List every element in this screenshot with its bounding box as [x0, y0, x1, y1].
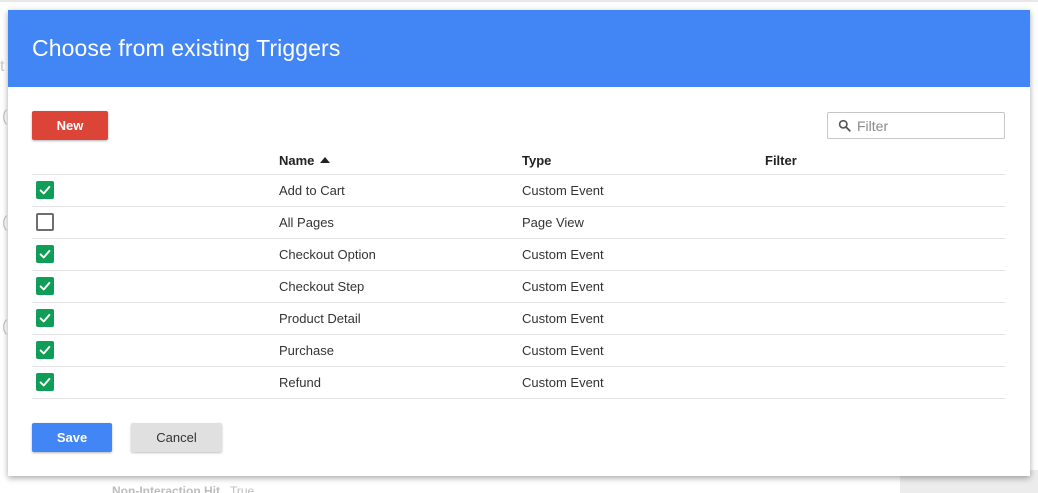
checkmark-icon: [39, 377, 51, 387]
background-text-fragment: (: [2, 318, 8, 335]
trigger-filter: [765, 334, 1005, 367]
row-checkbox-cell: [32, 206, 279, 239]
filter-column-header[interactable]: Filter: [765, 148, 1005, 175]
checkmark-icon: [39, 249, 51, 259]
checkmark-icon: [39, 345, 51, 355]
row-checkbox-cell: [32, 302, 279, 335]
background-text-fragment: t: [0, 58, 5, 75]
trigger-type: Custom Event: [522, 334, 765, 367]
trigger-type: Page View: [522, 206, 765, 239]
table-header-row: Name Type Filter: [32, 148, 1005, 175]
table-row[interactable]: Add to Cart Custom Event: [32, 174, 1005, 207]
trigger-name[interactable]: Checkout Step: [279, 270, 522, 303]
trigger-filter: [765, 270, 1005, 303]
cancel-button[interactable]: Cancel: [131, 423, 222, 452]
new-trigger-button[interactable]: New: [32, 111, 108, 140]
background-text-fragment: (: [2, 108, 8, 125]
row-checkbox-cell: [32, 366, 279, 399]
trigger-filter: [765, 366, 1005, 399]
dialog-header: Choose from existing Triggers: [8, 10, 1030, 87]
row-checkbox-cell: [32, 270, 279, 303]
row-checkbox[interactable]: [36, 277, 54, 295]
trigger-name[interactable]: All Pages: [279, 206, 522, 239]
row-checkbox-cell: [32, 238, 279, 271]
filter-input[interactable]: [857, 117, 997, 134]
choose-triggers-dialog: Choose from existing Triggers New Name T…: [8, 10, 1030, 476]
dialog-title: Choose from existing Triggers: [32, 35, 341, 61]
table-row[interactable]: Checkout Option Custom Event: [32, 238, 1005, 271]
checkmark-icon: [39, 185, 51, 195]
row-checkbox-cell: [32, 334, 279, 367]
trigger-name[interactable]: Product Detail: [279, 302, 522, 335]
background-divider: [0, 0, 1038, 2]
trigger-type: Custom Event: [522, 302, 765, 335]
trigger-filter: [765, 238, 1005, 271]
trigger-name[interactable]: Purchase: [279, 334, 522, 367]
background-field-label: Non-Interaction Hit: [112, 484, 220, 493]
trigger-type: Custom Event: [522, 366, 765, 399]
table-row[interactable]: Purchase Custom Event: [32, 334, 1005, 367]
checkbox-column-header: [32, 148, 279, 175]
row-checkbox[interactable]: [36, 373, 54, 391]
table-row[interactable]: Checkout Step Custom Event: [32, 270, 1005, 303]
table-row[interactable]: Refund Custom Event: [32, 366, 1005, 399]
trigger-filter: [765, 174, 1005, 207]
triggers-table: Name Type Filter Add to Cart Custom Event…: [32, 148, 1005, 399]
row-checkbox-cell: [32, 174, 279, 207]
dialog-toolbar: New: [8, 87, 1030, 151]
trigger-type: Custom Event: [522, 270, 765, 303]
row-checkbox[interactable]: [36, 181, 54, 199]
type-column-label: Type: [522, 153, 552, 169]
trigger-type: Custom Event: [522, 238, 765, 271]
name-column-header[interactable]: Name: [279, 148, 522, 175]
checkmark-icon: [39, 313, 51, 323]
row-checkbox[interactable]: [36, 341, 54, 359]
background-field-value: True: [230, 484, 255, 493]
trigger-filter: [765, 302, 1005, 335]
table-row[interactable]: All Pages Page View: [32, 206, 1005, 239]
row-checkbox[interactable]: [36, 213, 54, 231]
filter-column-label: Filter: [765, 153, 797, 169]
trigger-name[interactable]: Checkout Option: [279, 238, 522, 271]
filter-field[interactable]: [827, 112, 1005, 139]
trigger-type: Custom Event: [522, 174, 765, 207]
search-icon: [838, 119, 851, 132]
sort-ascending-icon: [320, 157, 331, 164]
row-checkbox[interactable]: [36, 309, 54, 327]
name-column-label: Name: [279, 153, 315, 169]
type-column-header[interactable]: Type: [522, 148, 765, 175]
trigger-name[interactable]: Refund: [279, 366, 522, 399]
background-text-fragment: (: [2, 214, 8, 231]
trigger-filter: [765, 206, 1005, 239]
row-checkbox[interactable]: [36, 245, 54, 263]
save-button[interactable]: Save: [32, 423, 112, 452]
table-row[interactable]: Product Detail Custom Event: [32, 302, 1005, 335]
trigger-name[interactable]: Add to Cart: [279, 174, 522, 207]
checkmark-icon: [39, 281, 51, 291]
